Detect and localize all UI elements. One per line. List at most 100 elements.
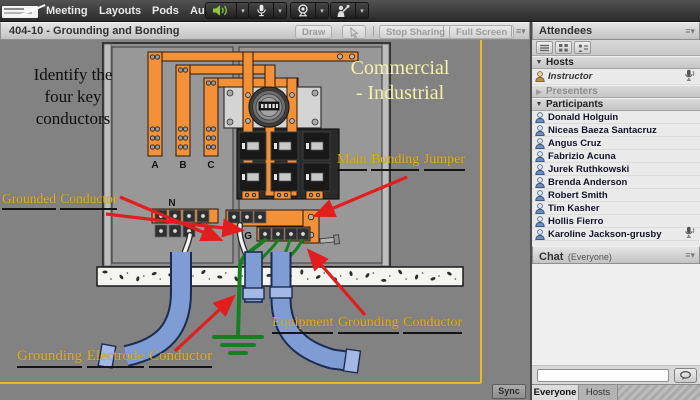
microphone-button[interactable] [248, 2, 274, 19]
avatar [535, 177, 545, 188]
list-item[interactable]: Tim Kasher [532, 202, 700, 215]
logo [2, 3, 42, 19]
send-chat-button[interactable] [674, 368, 697, 383]
menu-pods[interactable]: Pods [152, 0, 179, 22]
status-view-icon [578, 44, 588, 52]
neutral-label: N [168, 198, 175, 209]
prompt-text: Identify the four key conductors [6, 64, 140, 130]
attendee-name: Donald Holguin [548, 112, 684, 123]
tab-hosts[interactable]: Hosts [579, 385, 618, 400]
list-item[interactable]: Karoline Jackson-grusby [532, 228, 700, 241]
webcam-button[interactable] [290, 2, 316, 19]
list-item[interactable]: Niceas Baeza Santacruz [532, 124, 700, 137]
attendee-name: Fabrizio Acuna [548, 151, 684, 162]
label-grounding-electrode-conductor: Grounding Electrode Conductor [17, 348, 213, 368]
raise-hand-icon [336, 4, 350, 17]
avatar [535, 151, 545, 162]
draw-button[interactable]: Draw [295, 25, 332, 39]
section-header-hosts[interactable]: ▼Hosts [532, 56, 700, 69]
avatar [535, 164, 545, 175]
attendee-name: Tim Kasher [548, 203, 684, 214]
avatar [535, 112, 545, 123]
header-separator: | [442, 25, 445, 37]
list-view-icon [540, 44, 549, 52]
attendees-pod-menu-icon[interactable]: ≡▾ [685, 23, 695, 40]
speaker-button[interactable] [205, 2, 237, 19]
microphone-icon [256, 4, 267, 17]
menu-meeting[interactable]: Meeting [46, 0, 88, 22]
avatar [535, 203, 545, 214]
attendees-list: ▼HostsInstructor▶Presenters▼Participants… [532, 56, 700, 246]
electric-meter [249, 87, 289, 127]
section-label: Participants [546, 99, 603, 110]
webcam-dropdown[interactable]: ▾ [316, 2, 329, 19]
label-equipment-grounding-conductor: Equipment Grounding Conductor [272, 315, 463, 334]
list-item[interactable]: Jurek Ruthkowski [532, 163, 700, 176]
menu-layouts[interactable]: Layouts [99, 0, 141, 22]
grid-view-button[interactable] [555, 41, 572, 54]
share-pod-content: A B C [0, 40, 530, 400]
chat-scope: (Everyone) [568, 252, 612, 262]
section-label: Hosts [546, 57, 574, 68]
pointer-button[interactable] [342, 25, 366, 39]
avatar [535, 71, 545, 82]
full-screen-button[interactable]: Full Screen [449, 25, 514, 39]
expand-triangle-icon: ▶ [532, 88, 546, 96]
raise-hand-button[interactable] [330, 2, 356, 19]
tab-everyone[interactable]: Everyone [532, 385, 579, 400]
adobe-connect-window: Meeting Layouts Pods Audio ▾ [0, 0, 700, 400]
list-item[interactable]: Angus Cruz [532, 137, 700, 150]
avatar [535, 138, 545, 149]
header-separator: | [510, 25, 513, 37]
avatar [535, 229, 545, 240]
section-header-participants[interactable]: ▼Participants [532, 98, 700, 111]
chat-input-row [532, 366, 700, 384]
chat-title: Chat [539, 251, 563, 263]
attendee-name: Angus Cruz [548, 138, 684, 149]
list-item[interactable]: Fabrizio Acuna [532, 150, 700, 163]
chat-input[interactable] [537, 369, 669, 382]
collapse-triangle-icon: ▼ [532, 101, 546, 108]
share-pod-menu-icon[interactable]: ≡▾ [516, 23, 526, 40]
list-item[interactable]: Instructor [532, 69, 700, 85]
webcam-icon [296, 4, 310, 17]
pointer-icon [349, 27, 360, 38]
chat-pod-menu-icon[interactable]: ≡▾ [685, 247, 695, 264]
attendees-title: Attendees [539, 23, 592, 40]
menu-bar: Meeting Layouts Pods Audio ▾ [0, 0, 700, 22]
list-item[interactable]: Hollis Fierro [532, 215, 700, 228]
status-view-button[interactable] [574, 41, 591, 54]
chat-tabstrip: Everyone Hosts [532, 384, 700, 400]
phase-label-b: B [179, 160, 186, 171]
label-grounded-conductor: Grounded Conductor [2, 191, 118, 210]
label-main-bonding-jumper: Main Bonding Jumper [337, 152, 466, 171]
attendee-name: Jurek Ruthkowski [548, 164, 684, 175]
attendee-name: Brenda Anderson [548, 177, 684, 188]
phase-label-c: C [207, 160, 214, 171]
share-pod-title: 404-10 - Grounding and Bonding [9, 23, 180, 40]
microphone-dropdown[interactable]: ▾ [274, 2, 287, 19]
share-pod-header: 404-10 - Grounding and Bonding Draw | St… [0, 22, 530, 40]
avatar [535, 125, 545, 136]
header-separator: | [372, 25, 375, 37]
attendee-name: Robert Smith [548, 190, 684, 201]
microphone-icon [684, 226, 695, 239]
raise-hand-dropdown[interactable]: ▾ [356, 2, 369, 19]
attendee-name: Instructor [548, 71, 684, 82]
grid-view-icon [559, 44, 568, 52]
attendee-name: Niceas Baeza Santacruz [548, 125, 684, 136]
breaker-lugs [242, 191, 323, 199]
sync-button[interactable]: Sync [492, 384, 526, 399]
microphone-icon [684, 69, 695, 82]
list-item[interactable]: Robert Smith [532, 189, 700, 202]
section-header-presenters[interactable]: ▶Presenters [532, 85, 700, 98]
right-column: Attendees ≡▾ ▼HostsInstructor▶Presenters… [530, 22, 700, 400]
chat-pod-header: Chat (Everyone) ≡▾ [532, 246, 700, 264]
attendee-name: Hollis Fierro [548, 216, 684, 227]
attendee-name: Karoline Jackson-grusby [548, 229, 684, 240]
collapse-triangle-icon: ▼ [532, 59, 546, 66]
list-item[interactable]: Donald Holguin [532, 111, 700, 124]
avatar [535, 190, 545, 201]
list-view-button[interactable] [536, 41, 553, 54]
list-item[interactable]: Brenda Anderson [532, 176, 700, 189]
